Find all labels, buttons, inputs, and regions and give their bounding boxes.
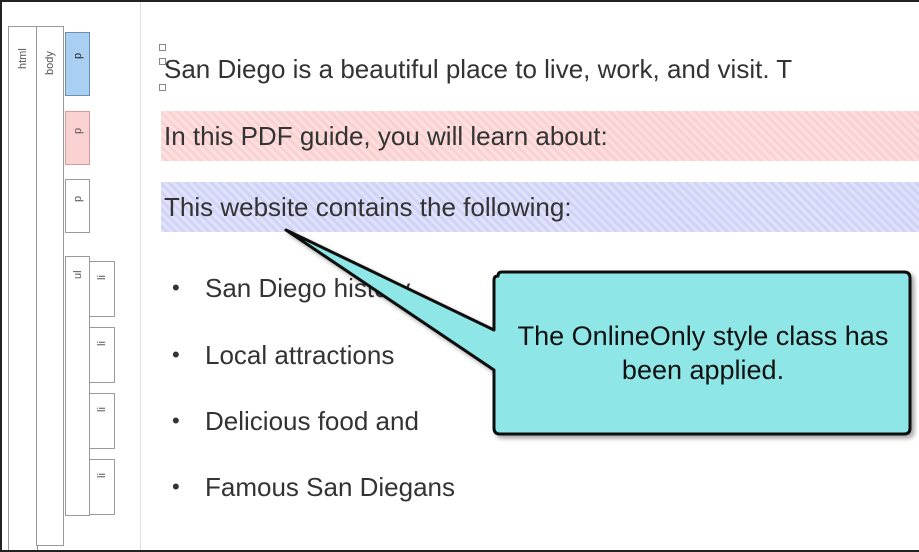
paragraph-online-only[interactable]: This website contains the following: — [161, 182, 919, 232]
structure-tag-p-pdf[interactable]: p — [65, 111, 90, 165]
bullet-icon: • — [172, 408, 180, 433]
list-item-text: Delicious food and — [205, 406, 419, 436]
structure-tag-p-label: p — [72, 52, 84, 59]
structure-tag-body-label: body — [44, 51, 56, 75]
resize-handle[interactable] — [159, 44, 166, 51]
structure-bar: html body p p p ul li li li li — [4, 4, 142, 550]
bullet-icon: • — [172, 342, 180, 367]
structure-tag-html-label: html — [17, 48, 29, 69]
structure-tag-li[interactable]: li — [89, 327, 115, 383]
list-item[interactable]: • Delicious food and — [172, 401, 419, 441]
list-item[interactable]: • San Diego history — [172, 268, 411, 308]
list-item-text: San Diego history — [205, 273, 411, 303]
structure-tag-li[interactable]: li — [89, 459, 115, 515]
structure-tag-li-label: li — [96, 407, 108, 412]
editor-frame: html body p p p ul li li li li San Diego… — [0, 0, 919, 552]
structure-tag-p-label: p — [72, 195, 84, 202]
editor-content[interactable]: San Diego is a beautiful place to live, … — [143, 4, 919, 550]
structure-tag-li-label: li — [96, 275, 108, 280]
structure-bar-divider — [140, 2, 141, 550]
paragraph-intro[interactable]: San Diego is a beautiful place to live, … — [161, 44, 919, 94]
list-item-text: Local attractions — [205, 340, 395, 370]
structure-tag-p-online[interactable]: p — [65, 179, 90, 233]
structure-tag-html[interactable]: html — [8, 26, 38, 550]
structure-tag-li-label: li — [96, 473, 108, 478]
structure-tag-li-label: li — [96, 341, 108, 346]
callout-text: The OnlineOnly style class has been appl… — [517, 321, 889, 385]
structure-tag-li[interactable]: li — [89, 393, 115, 449]
list-item-text: Famous San Diegans — [205, 472, 456, 502]
structure-tag-body[interactable]: body — [36, 26, 64, 546]
structure-tag-ul[interactable]: ul — [65, 256, 90, 516]
list-item[interactable]: • Local attractions — [172, 335, 395, 375]
list-item[interactable]: • Famous San Diegans — [172, 467, 456, 507]
bullet-icon: • — [172, 474, 180, 499]
structure-tag-p-selected[interactable]: p — [65, 32, 90, 96]
structure-tag-ul-label: ul — [72, 270, 84, 279]
paragraph-pdf-only[interactable]: In this PDF guide, you will learn about: — [161, 111, 919, 161]
bullet-icon: • — [172, 275, 180, 300]
resize-handle[interactable] — [159, 58, 166, 65]
resize-handle[interactable] — [159, 84, 166, 91]
structure-tag-li[interactable]: li — [89, 261, 115, 317]
structure-tag-p-label: p — [72, 127, 84, 134]
